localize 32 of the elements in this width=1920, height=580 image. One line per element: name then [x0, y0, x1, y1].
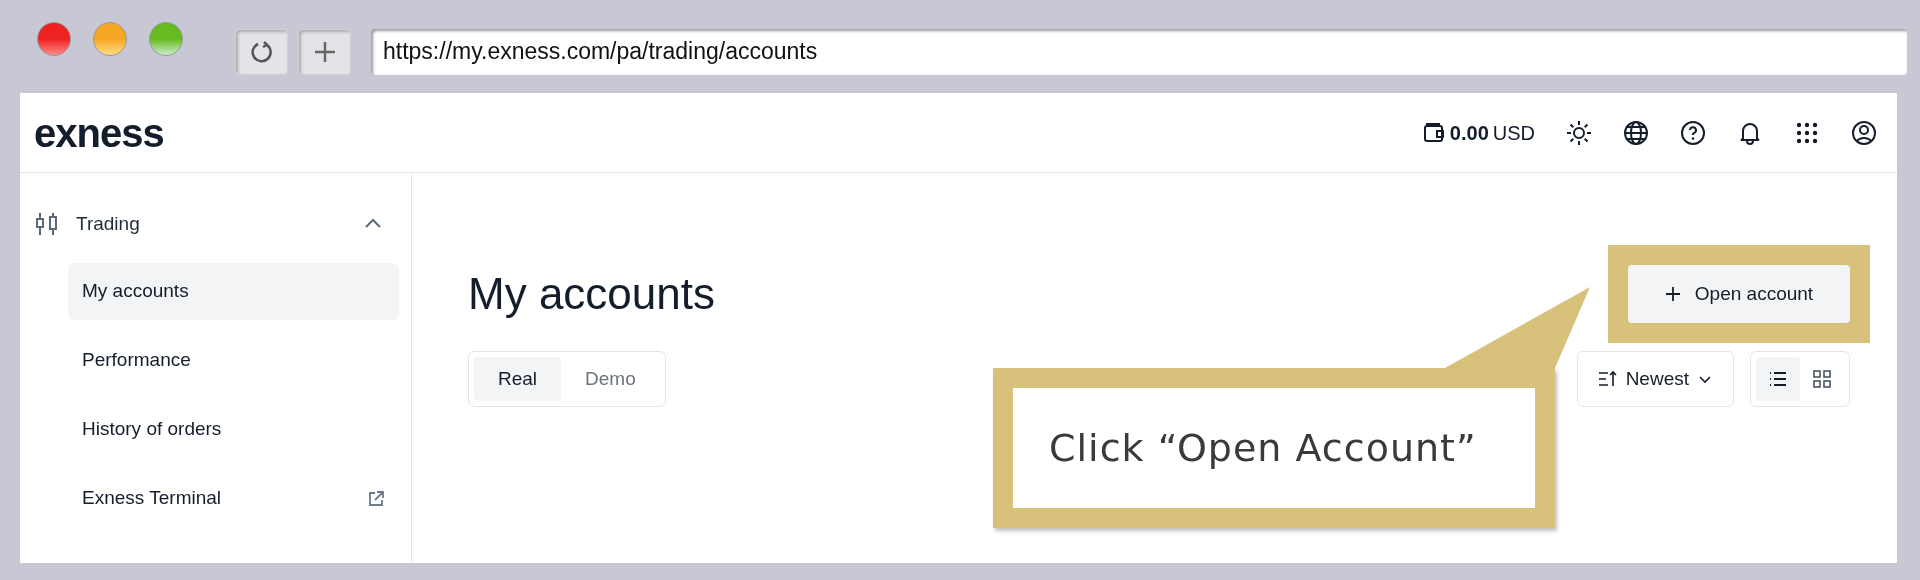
sort-dropdown[interactable]: Newest — [1576, 351, 1734, 407]
close-light[interactable] — [37, 22, 71, 56]
page-title: My accounts — [468, 267, 715, 320]
balance-currency[interactable]: USD — [1492, 117, 1535, 148]
reload-button[interactable] — [235, 28, 288, 75]
profile-icon[interactable] — [1851, 119, 1877, 146]
balance-amount[interactable]: 0.00 — [1449, 117, 1489, 148]
plus-icon — [312, 39, 337, 64]
grid-icon — [1813, 370, 1831, 388]
plus-icon — [1664, 285, 1681, 302]
sidebar-item[interactable]: History of orders — [68, 401, 399, 458]
section-label: Trading — [76, 211, 140, 236]
list-icon — [1769, 371, 1787, 387]
sort-icon — [1597, 370, 1618, 388]
callout-text: Click “Open Account” — [1049, 424, 1477, 472]
help-icon[interactable] — [1680, 119, 1706, 146]
candlestick-icon — [34, 211, 60, 237]
list-view-button[interactable] — [1756, 357, 1800, 401]
sidebar-item[interactable]: Exness Terminal — [68, 470, 399, 527]
sidebar-section[interactable]: Trading — [34, 201, 399, 247]
account-tab[interactable]: Demo — [561, 357, 660, 401]
sidebar-item[interactable]: My accounts — [68, 263, 399, 320]
reload-icon — [248, 38, 275, 65]
globe-icon[interactable] — [1623, 119, 1649, 146]
account-tab[interactable]: Real — [474, 357, 562, 401]
new-tab-button[interactable] — [298, 28, 351, 75]
address-field[interactable]: https://my.exness.com/pa/trading/accounts — [371, 28, 1907, 75]
wallet-icon — [1421, 120, 1446, 145]
open-account-button[interactable]: Open account — [1628, 265, 1850, 323]
logo[interactable]: exness — [34, 102, 164, 163]
sidebar-item[interactable]: Performance — [68, 332, 399, 389]
sun-icon[interactable] — [1566, 119, 1592, 146]
